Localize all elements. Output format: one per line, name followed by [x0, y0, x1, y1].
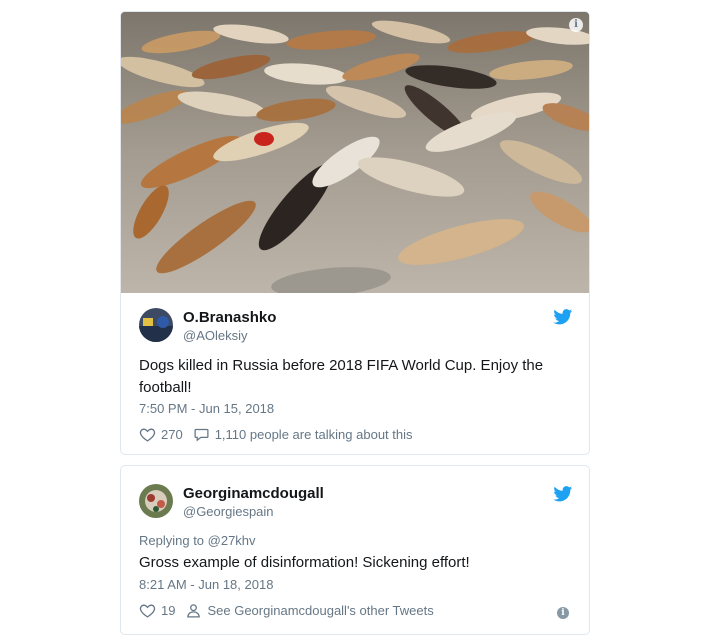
media-info-icon[interactable]: i — [569, 18, 583, 32]
person-icon[interactable] — [185, 602, 202, 619]
speech-bubble-icon[interactable] — [193, 426, 210, 443]
tweet-card-1[interactable]: i O.Branashko @AOleksiy Dogs killed in R… — [120, 11, 590, 455]
info-icon[interactable]: i — [557, 607, 569, 619]
tweet-actions: 270 1,110 people are talking about this — [139, 426, 423, 443]
profile-link[interactable]: See Georginamcdougall's other Tweets — [207, 603, 433, 618]
conversation-link[interactable]: 1,110 people are talking about this — [215, 427, 413, 442]
author-handle[interactable]: @Georgiespain — [183, 504, 274, 519]
heart-icon[interactable] — [139, 602, 156, 619]
tweet-timestamp[interactable]: 7:50 PM - Jun 15, 2018 — [139, 401, 274, 416]
twitter-bird-icon[interactable] — [553, 486, 573, 502]
tweet-photo[interactable]: i — [121, 12, 589, 293]
author-name[interactable]: Georginamcdougall — [183, 485, 324, 502]
tweet-text: Dogs killed in Russia before 2018 FIFA W… — [139, 357, 544, 396]
like-count[interactable]: 19 — [161, 603, 175, 618]
heart-icon[interactable] — [139, 426, 156, 443]
author-name[interactable]: O.Branashko — [183, 309, 276, 326]
tweet-text: Gross example of disinformation! Sickeni… — [139, 554, 470, 571]
tweet-actions: 19 See Georginamcdougall's other Tweets — [139, 602, 444, 619]
twitter-bird-icon[interactable] — [553, 309, 573, 325]
like-count[interactable]: 270 — [161, 427, 183, 442]
photo-dogs-on-pavement — [121, 12, 589, 293]
author-handle[interactable]: @AOleksiy — [183, 328, 248, 343]
avatar[interactable] — [139, 484, 173, 518]
tweet-timestamp[interactable]: 8:21 AM - Jun 18, 2018 — [139, 577, 273, 592]
avatar[interactable] — [139, 308, 173, 342]
tweet-card-2[interactable]: Georginamcdougall @Georgiespain Replying… — [120, 465, 590, 635]
replying-to[interactable]: Replying to @27khv — [139, 533, 256, 548]
